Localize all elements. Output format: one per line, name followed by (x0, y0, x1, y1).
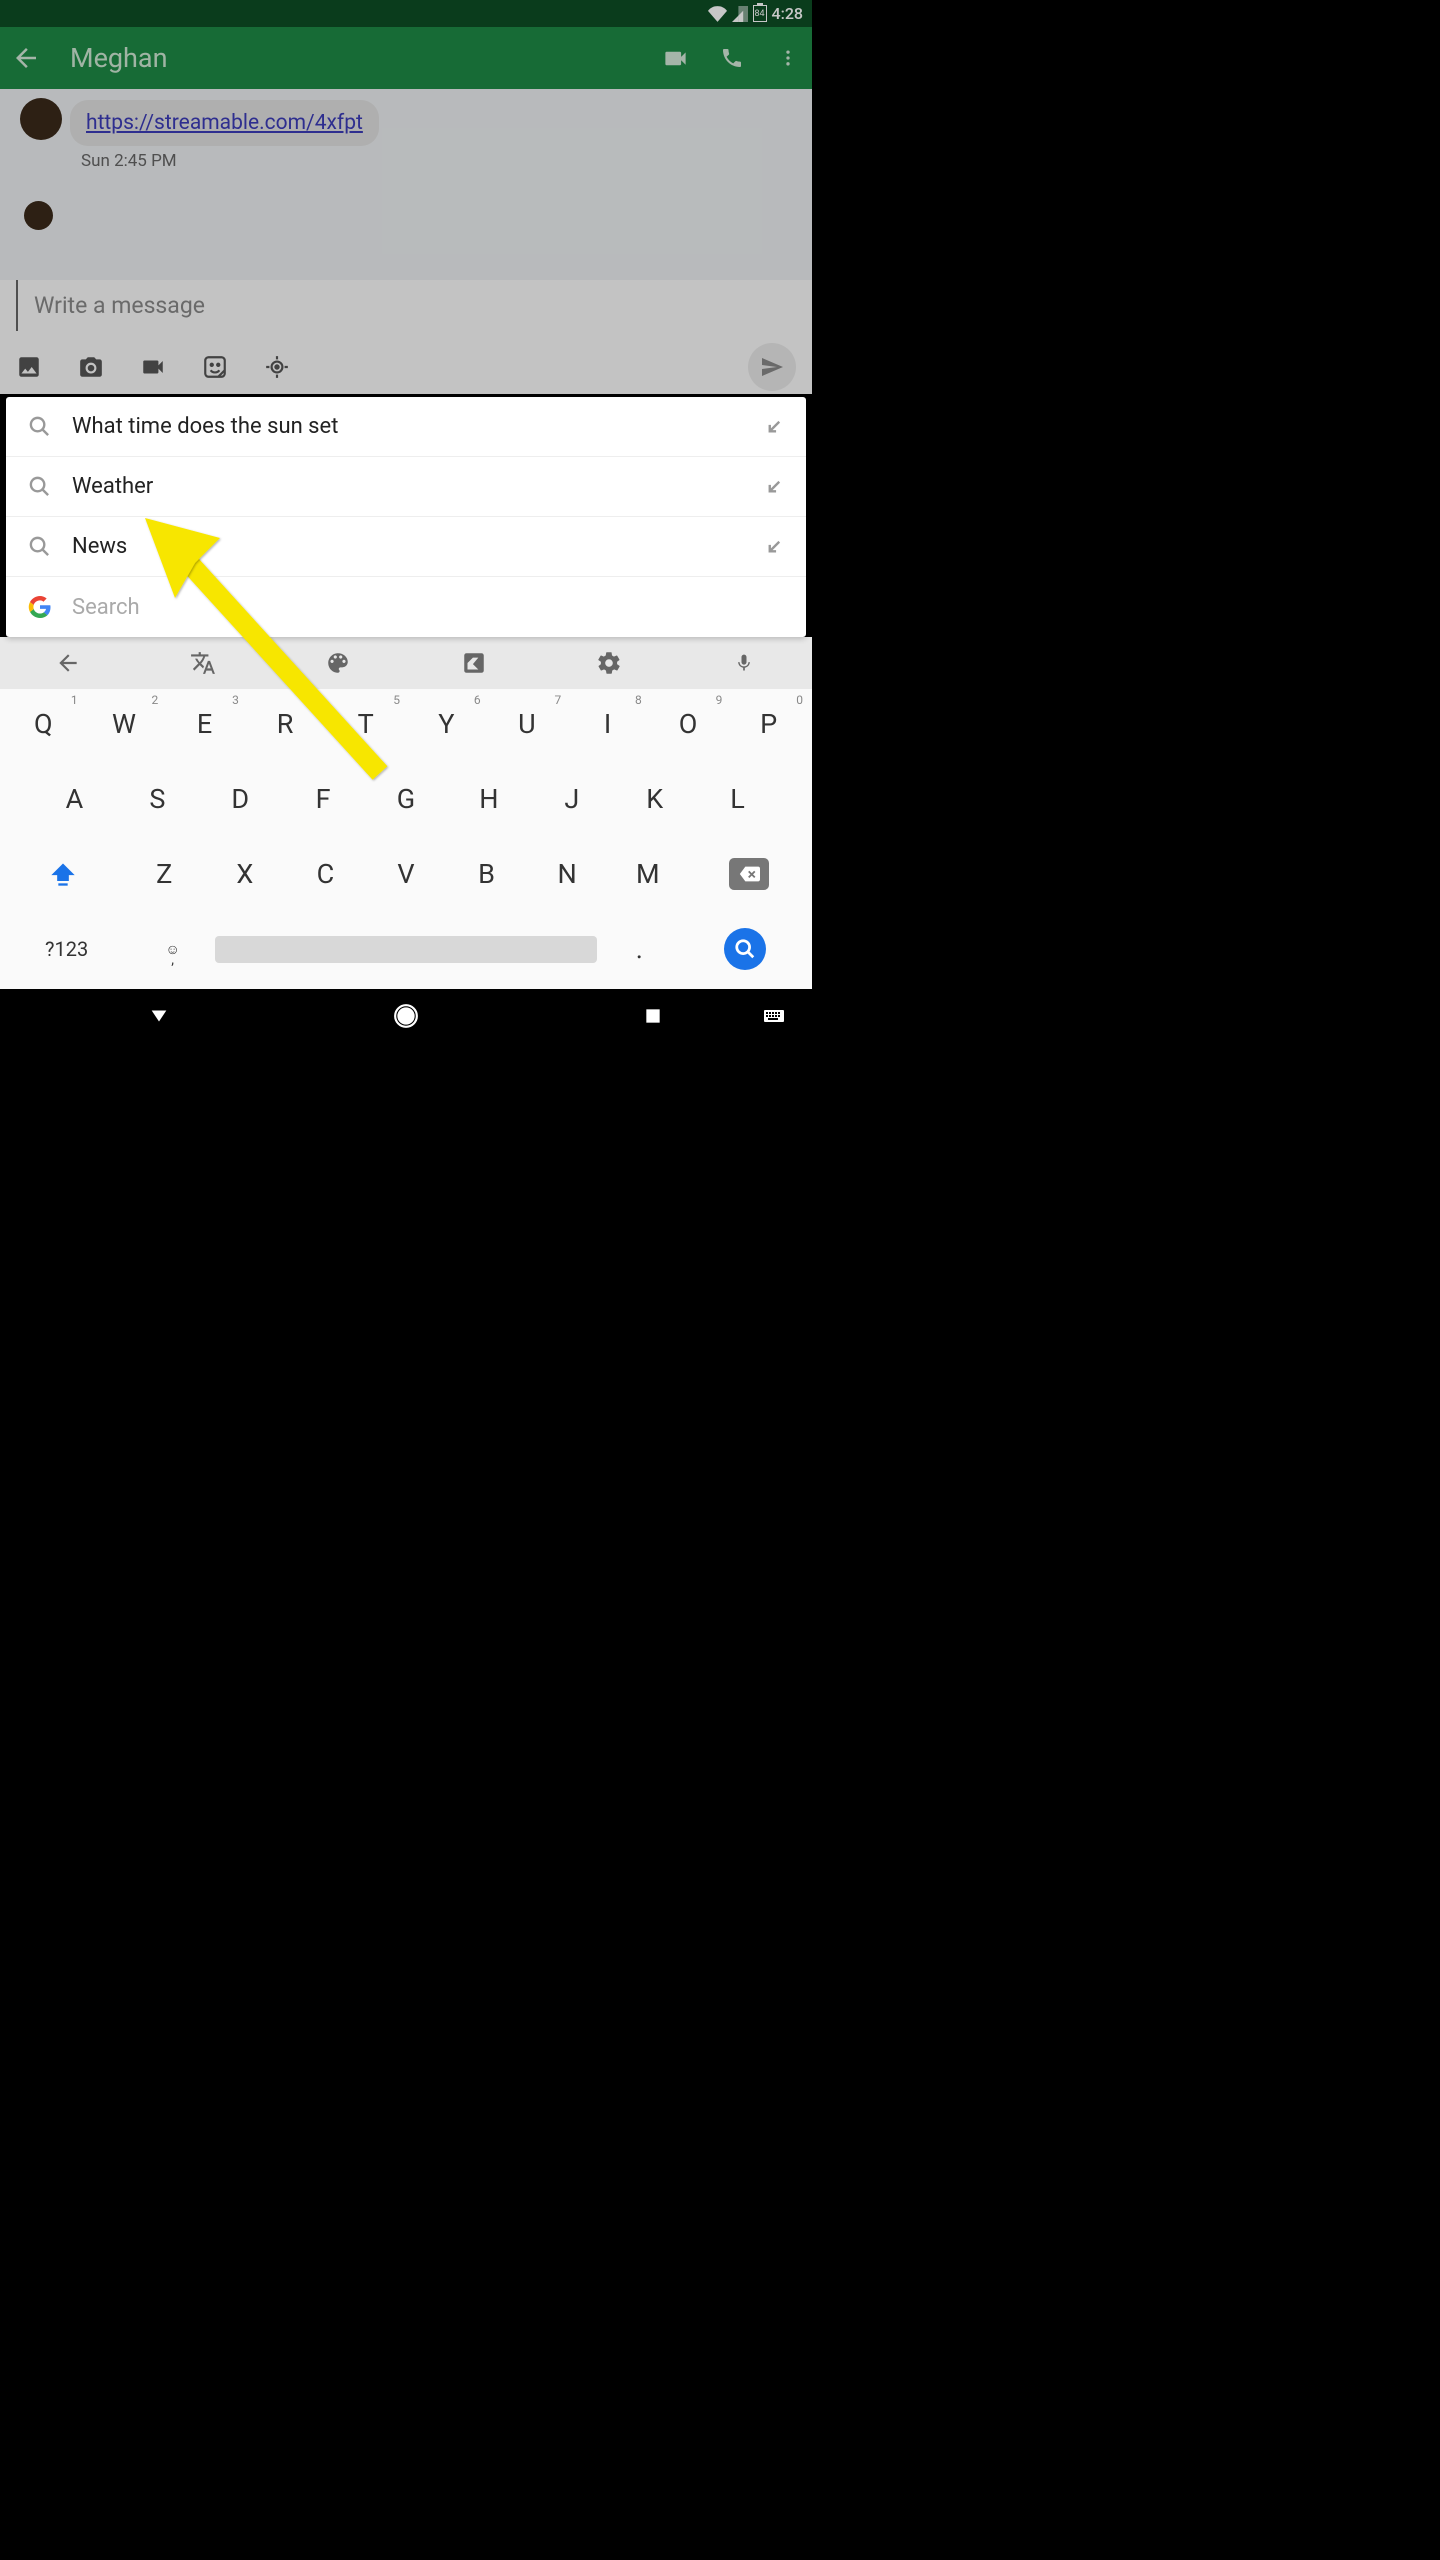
suggestion-item[interactable]: What time does the sun set (6, 397, 806, 457)
key-z[interactable]: Z (124, 846, 205, 902)
navigation-bar (0, 989, 812, 1043)
search-action-key[interactable] (682, 921, 809, 977)
key-a[interactable]: A (33, 771, 116, 827)
key-d[interactable]: D (199, 771, 282, 827)
wifi-icon (708, 6, 727, 22)
search-suggestions: What time does the sun set Weather News … (6, 397, 806, 637)
key-u[interactable]: U7 (487, 696, 568, 752)
spacebar-key[interactable] (215, 921, 597, 977)
battery-icon: 84 (753, 5, 767, 22)
voice-call-button[interactable] (718, 45, 745, 72)
key-m[interactable]: M (607, 846, 688, 902)
theme-button[interactable] (323, 648, 353, 678)
key-h[interactable]: H (447, 771, 530, 827)
google-logo-icon (28, 595, 52, 619)
message-bubble[interactable]: https://streamable.com/4xfpt (70, 100, 379, 146)
one-handed-button[interactable] (459, 648, 489, 678)
backspace-key[interactable] (688, 846, 809, 902)
location-icon[interactable] (264, 354, 290, 380)
search-icon (28, 415, 51, 438)
key-e[interactable]: E3 (164, 696, 245, 752)
avatar[interactable] (20, 98, 62, 140)
sticker-icon[interactable] (202, 354, 228, 380)
key-t[interactable]: T5 (325, 696, 406, 752)
keyboard-back-button[interactable] (53, 648, 83, 678)
nav-home-button[interactable] (392, 1003, 419, 1030)
key-i[interactable]: I8 (567, 696, 648, 752)
gallery-icon[interactable] (16, 354, 42, 380)
voice-input-button[interactable] (729, 648, 759, 678)
insert-arrow-icon[interactable] (765, 417, 784, 436)
camera-icon[interactable] (78, 354, 104, 380)
key-r[interactable]: R4 (245, 696, 326, 752)
key-o[interactable]: O9 (648, 696, 729, 752)
nav-keyboard-button[interactable] (760, 1003, 787, 1030)
message-link[interactable]: https://streamable.com/4xfpt (86, 111, 363, 135)
emoji-key[interactable]: ☺ (130, 921, 215, 977)
app-bar: Meghan (0, 27, 812, 89)
back-icon[interactable] (11, 43, 41, 73)
status-time: 4:28 (772, 4, 804, 23)
key-w[interactable]: W2 (84, 696, 165, 752)
key-b[interactable]: B (446, 846, 527, 902)
search-row[interactable]: Search (6, 577, 806, 637)
key-y[interactable]: Y6 (406, 696, 487, 752)
status-bar: 84 4:28 (0, 0, 812, 27)
message-timestamp: Sun 2:45 PM (81, 151, 177, 171)
key-x[interactable]: X (205, 846, 286, 902)
suggestion-item[interactable]: News (6, 517, 806, 577)
key-f[interactable]: F (282, 771, 365, 827)
chat-content: https://streamable.com/4xfpt Sun 2:45 PM (0, 89, 812, 280)
insert-arrow-icon[interactable] (765, 477, 784, 496)
suggestion-item[interactable]: Weather (6, 457, 806, 517)
shift-key[interactable] (3, 846, 124, 902)
key-g[interactable]: G (365, 771, 448, 827)
compose-area: Write a message (0, 280, 812, 394)
nav-back-button[interactable] (145, 1003, 172, 1030)
key-s[interactable]: S (116, 771, 199, 827)
translate-button[interactable] (188, 648, 218, 678)
key-k[interactable]: K (613, 771, 696, 827)
video-call-button[interactable] (662, 45, 689, 72)
key-c[interactable]: C (285, 846, 366, 902)
search-icon (28, 475, 51, 498)
key-v[interactable]: V (366, 846, 447, 902)
key-p[interactable]: P0 (728, 696, 809, 752)
video-icon[interactable] (140, 354, 166, 380)
conversation-title: Meghan (70, 42, 633, 74)
key-q[interactable]: Q1 (3, 696, 84, 752)
settings-button[interactable] (594, 648, 624, 678)
key-n[interactable]: N (527, 846, 608, 902)
avatar[interactable] (24, 201, 53, 230)
symbols-key[interactable]: ?123 (3, 921, 130, 977)
key-l[interactable]: L (696, 771, 779, 827)
insert-arrow-icon[interactable] (765, 537, 784, 556)
message-input[interactable]: Write a message (16, 280, 812, 331)
signal-icon (732, 6, 748, 22)
key-j[interactable]: J (530, 771, 613, 827)
search-icon (28, 535, 51, 558)
keyboard: Q1W2E3R4T5Y6U7I8O9P0 ASDFGHJKL ZXCVBNM ?… (0, 689, 812, 989)
search-placeholder: Search (72, 595, 784, 620)
nav-recents-button[interactable] (640, 1003, 667, 1030)
keyboard-toolbar (0, 637, 812, 689)
more-menu-button[interactable] (774, 45, 801, 72)
period-key[interactable]: . (597, 921, 682, 977)
send-button[interactable] (748, 343, 796, 391)
